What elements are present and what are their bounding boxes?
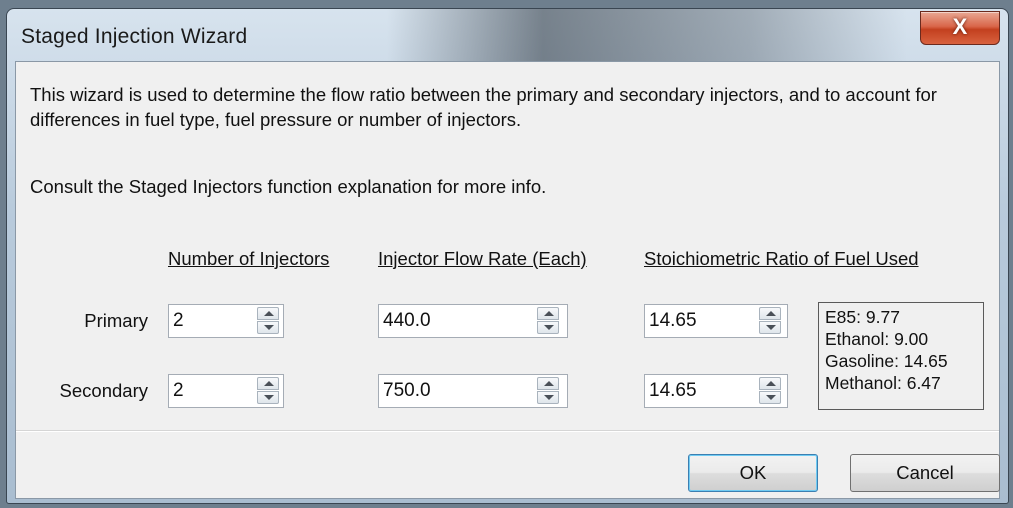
fuel-ratio-methanol: Methanol: 6.47 <box>825 373 941 393</box>
consult-text: Consult the Staged Injectors function ex… <box>30 176 547 197</box>
row-label-secondary: Secondary <box>59 380 148 401</box>
spin-down-icon[interactable] <box>759 391 781 404</box>
header-stoichiometric-ratio: Stoichiometric Ratio of Fuel Used <box>644 248 919 269</box>
spin-down-icon[interactable] <box>257 321 279 334</box>
fuel-ratio-e85: E85: 9.77 <box>825 307 900 327</box>
primary-stoich-spin-buttons <box>759 307 781 335</box>
close-icon: X <box>952 14 968 39</box>
wizard-window: Staged Injection Wizard X This wizard is… <box>6 8 1009 504</box>
secondary-stoich-value: 14.65 <box>649 380 697 401</box>
secondary-stoich-spin-buttons <box>759 377 781 405</box>
secondary-injectors-spin-buttons <box>257 377 279 405</box>
row-label-primary: Primary <box>84 310 148 331</box>
primary-stoich-stepper[interactable]: 14.65 <box>644 304 788 338</box>
spin-down-icon[interactable] <box>759 321 781 334</box>
close-button[interactable]: X <box>920 11 1000 45</box>
spin-up-icon[interactable] <box>759 307 781 320</box>
secondary-injectors-value: 2 <box>173 380 184 401</box>
secondary-injectors-stepper[interactable]: 2 <box>168 374 284 408</box>
spin-up-icon[interactable] <box>537 307 559 320</box>
title-bar[interactable]: Staged Injection Wizard X <box>7 9 1008 63</box>
primary-flow-stepper[interactable]: 440.0 <box>378 304 568 338</box>
cancel-button[interactable]: Cancel <box>850 454 1000 492</box>
primary-flow-value: 440.0 <box>383 310 431 331</box>
primary-injectors-value: 2 <box>173 310 184 331</box>
secondary-flow-spin-buttons <box>537 377 559 405</box>
secondary-stoich-stepper[interactable]: 14.65 <box>644 374 788 408</box>
spin-down-icon[interactable] <box>257 391 279 404</box>
spin-up-icon[interactable] <box>257 307 279 320</box>
ok-button[interactable]: OK <box>688 454 818 492</box>
primary-injectors-stepper[interactable]: 2 <box>168 304 284 338</box>
primary-flow-spin-buttons <box>537 307 559 335</box>
dialog-body: This wizard is used to determine the flo… <box>15 61 1000 499</box>
fuel-ratio-ethanol: Ethanol: 9.00 <box>825 329 929 349</box>
window-title: Staged Injection Wizard <box>21 25 248 48</box>
primary-stoich-value: 14.65 <box>649 310 697 331</box>
secondary-flow-stepper[interactable]: 750.0 <box>378 374 568 408</box>
fuel-ratio-gasoline: Gasoline: 14.65 <box>825 351 948 371</box>
title-bar-glass <box>387 9 907 63</box>
spin-down-icon[interactable] <box>537 321 559 334</box>
header-number-of-injectors: Number of Injectors <box>168 248 330 269</box>
separator <box>16 430 999 432</box>
spin-up-icon[interactable] <box>537 377 559 390</box>
intro-text: This wizard is used to determine the flo… <box>30 84 937 130</box>
spin-up-icon[interactable] <box>257 377 279 390</box>
header-injector-flow-rate: Injector Flow Rate (Each) <box>378 248 587 269</box>
secondary-flow-value: 750.0 <box>383 380 431 401</box>
primary-injectors-spin-buttons <box>257 307 279 335</box>
fuel-ratio-reference: E85: 9.77 Ethanol: 9.00 Gasoline: 14.65 … <box>818 302 984 410</box>
spin-up-icon[interactable] <box>759 377 781 390</box>
spin-down-icon[interactable] <box>537 391 559 404</box>
